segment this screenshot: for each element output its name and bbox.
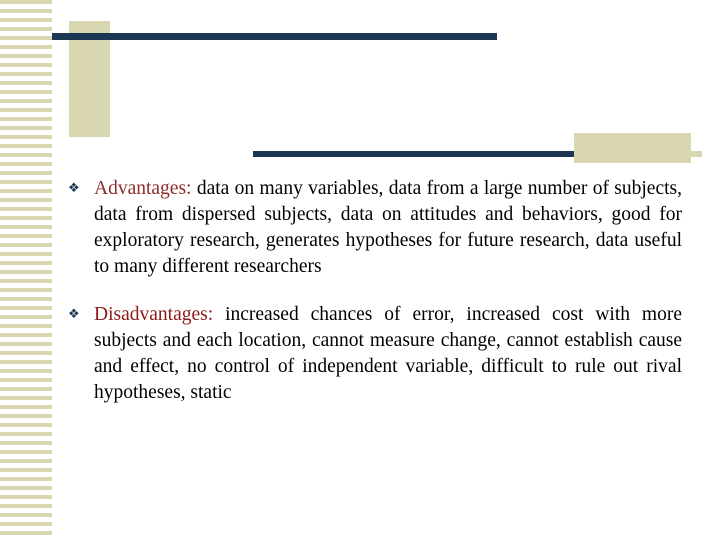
- list-item: ❖ Disadvantages: increased chances of er…: [68, 302, 682, 406]
- khaki-accent-block-right: [574, 133, 691, 163]
- slide-body: ❖ Advantages: data on many variables, da…: [68, 176, 682, 428]
- navy-rule-top: [52, 33, 497, 40]
- slide: ❖ Advantages: data on many variables, da…: [0, 0, 720, 540]
- bullet-label: Advantages:: [94, 178, 192, 199]
- bullet-diamond-icon: ❖: [68, 181, 80, 196]
- bullet-text: Advantages: data on many variables, data…: [94, 176, 682, 280]
- bullet-diamond-icon: ❖: [68, 307, 80, 322]
- bullet-label: Disadvantages:: [94, 304, 214, 325]
- list-item: ❖ Advantages: data on many variables, da…: [68, 176, 682, 280]
- bullet-text: Disadvantages: increased chances of erro…: [94, 302, 682, 406]
- navy-rule-second: [253, 151, 574, 157]
- left-striped-band: [0, 0, 52, 540]
